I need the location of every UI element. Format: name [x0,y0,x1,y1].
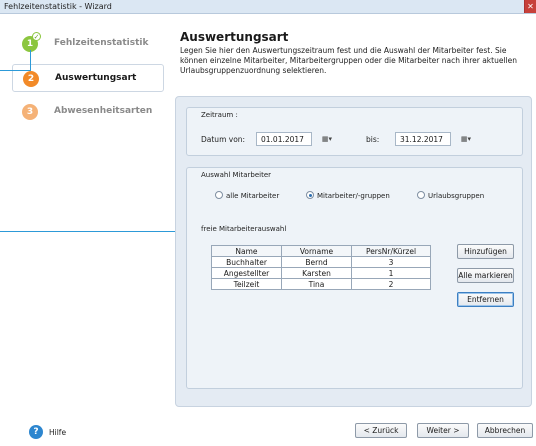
table-cell: Tina [281,278,352,290]
radio-icon [306,191,314,199]
remove-button[interactable]: Entfernen [457,292,514,307]
step-fehlzeitenstatistik[interactable]: 1 ✓ Fehlzeitenstatistik [12,30,164,58]
radio-label: Mitarbeiter/-gruppen [317,192,390,200]
radio-urlaubsgruppen[interactable]: Urlaubsgruppen [417,191,485,200]
radio-mitarbeiter-gruppen[interactable]: Mitarbeiter/-gruppen [306,191,390,200]
zeitraum-group: Zeitraum : Datum von: 01.01.2017 ▦▾ bis:… [186,107,523,156]
table-cell: Karsten [281,267,352,279]
table-cell: 1 [351,267,431,279]
table-cell: Buchhalter [211,256,282,268]
check-icon: ✓ [32,32,41,41]
help-label[interactable]: Hilfe [49,428,66,437]
step-number-badge: 3 [22,104,38,120]
radio-icon [417,191,425,199]
page-title: Auswertungsart [180,30,289,44]
group-title: Auswahl Mitarbeiter [201,171,272,179]
group-title: Zeitraum : [201,111,238,119]
calendar-dropdown-icon[interactable]: ▦▾ [316,132,338,146]
table-row[interactable]: Buchhalter Bernd 3 [211,256,431,268]
radio-alle-mitarbeiter[interactable]: alle Mitarbeiter [215,191,280,200]
step-auswertungsart[interactable]: 2 Auswertungsart [12,64,164,92]
column-header[interactable]: Name [211,245,282,257]
add-button[interactable]: Hinzufügen [457,244,514,259]
step-number-badge: 2 [23,71,39,87]
callout-line [30,50,31,71]
wizard-steps: 1 ✓ Fehlzeitenstatistik 2 Auswertungsart… [12,30,164,132]
radio-label: alle Mitarbeiter [226,192,280,200]
step-label: Abwesenheitsarten [54,106,153,116]
employee-table: Name Vorname PersNr/Kürzel Buchhalter Be… [211,245,431,290]
calendar-dropdown-icon[interactable]: ▦▾ [455,132,477,146]
column-header[interactable]: Vorname [281,245,352,257]
table-cell: 2 [351,278,431,290]
date-to-input[interactable]: 31.12.2017 [395,132,451,146]
select-all-button[interactable]: Alle markieren [457,268,514,283]
table-cell: 3 [351,256,431,268]
radio-label: Urlaubsgruppen [428,192,485,200]
window-title: Fehlzeitenstatistik - Wizard [4,2,112,11]
content-panel: Zeitraum : Datum von: 01.01.2017 ▦▾ bis:… [175,96,532,407]
freie-auswahl-title: freie Mitarbeiterauswahl [201,225,287,233]
table-cell: Teilzeit [211,278,282,290]
radio-icon [215,191,223,199]
cancel-button[interactable]: Abbrechen [477,423,533,438]
date-from-label: Datum von: [201,135,246,144]
date-to-label: bis: [366,135,380,144]
step-label: Fehlzeitenstatistik [54,38,149,48]
step-label: Auswertungsart [55,73,137,83]
auswahl-group: Auswahl Mitarbeiter alle Mitarbeiter Mit… [186,167,523,389]
column-header[interactable]: PersNr/Kürzel [351,245,431,257]
close-icon[interactable]: ✕ [524,0,536,13]
title-bar: Fehlzeitenstatistik - Wizard ✕ [0,0,536,14]
table-row[interactable]: Teilzeit Tina 2 [211,278,431,290]
page-header: Auswertungsart Legen Sie hier den Auswer… [180,30,530,76]
help-icon[interactable]: ? [29,425,43,439]
table-cell: Angestellter [211,267,282,279]
next-button[interactable]: Weiter > [417,423,469,438]
table-cell: Bernd [281,256,352,268]
date-from-input[interactable]: 01.01.2017 [256,132,312,146]
page-description: Legen Sie hier den Auswertungszeitraum f… [180,46,517,75]
step-abwesenheitsarten[interactable]: 3 Abwesenheitsarten [12,98,164,126]
table-header-row: Name Vorname PersNr/Kürzel [211,245,431,257]
back-button[interactable]: < Zurück [355,423,407,438]
callout-line [0,70,30,71]
table-row[interactable]: Angestellter Karsten 1 [211,267,431,279]
